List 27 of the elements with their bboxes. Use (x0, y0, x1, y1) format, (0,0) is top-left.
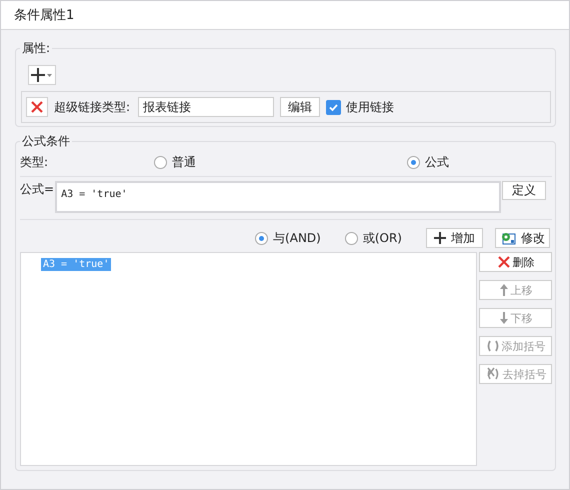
up-arrow-icon (498, 283, 508, 297)
formula-label: 公式= (20, 181, 54, 198)
edit-button[interactable]: 编辑 (280, 97, 320, 117)
window-title: 条件属性1 (14, 7, 74, 24)
modify-button[interactable]: 修改 (495, 228, 550, 248)
down-arrow-icon (498, 311, 508, 325)
add-button[interactable]: 增加 (426, 228, 483, 248)
delete-icon (496, 255, 510, 269)
type-radio[interactable]: 普通 (154, 154, 407, 170)
type-label: 类型: (20, 154, 50, 170)
delete-icon (30, 100, 44, 114)
plus-icon (434, 232, 446, 244)
delete-button[interactable]: 删除 (479, 252, 552, 272)
remove-brackets-icon (484, 367, 500, 381)
define-button[interactable]: 定义 (502, 181, 546, 200)
remove-button[interactable] (26, 97, 48, 117)
brackets-icon (486, 340, 500, 352)
link-type-field[interactable]: 报表链接 (138, 97, 274, 117)
add-dropdown-button[interactable] (28, 65, 56, 85)
group-legend: 属性: (20, 40, 52, 57)
logic-radio[interactable]: 与(AND) (255, 230, 321, 246)
type-radio[interactable]: 公式 (407, 154, 449, 170)
logic-radio[interactable]: 或(OR) (344, 230, 402, 246)
formula-field[interactable]: A3 = 'true' (55, 181, 502, 213)
use-link-checkbox[interactable]: 使用链接 (326, 98, 394, 116)
link-type-label: 超级链接类型: (54, 98, 130, 116)
group-legend: 公式条件 (20, 133, 72, 150)
